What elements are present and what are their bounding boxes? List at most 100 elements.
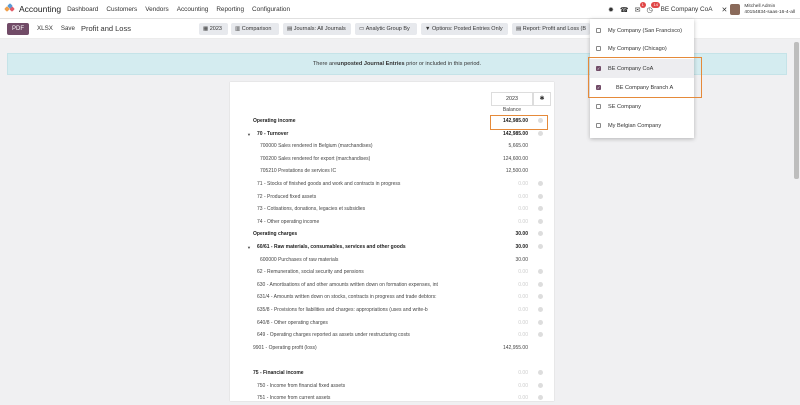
company-checkbox[interactable] (596, 123, 601, 128)
scrollbar[interactable] (793, 39, 800, 401)
company-option[interactable]: SE Company (590, 97, 694, 116)
line-value[interactable]: 0.00 (518, 181, 528, 187)
menu-accounting[interactable]: Accounting (177, 6, 209, 13)
clock-icon[interactable]: ◷ 14 (646, 1, 660, 14)
line-value[interactable]: 30.00 (515, 244, 528, 250)
line-value[interactable]: 12,500.00 (506, 168, 528, 174)
line-options-icon[interactable] (538, 294, 543, 300)
company-option[interactable]: My Belgian Company (590, 116, 694, 135)
line-options-icon[interactable] (538, 193, 543, 199)
line-options-icon[interactable] (538, 307, 543, 312)
menu-customers[interactable]: Customers (106, 6, 137, 13)
report-line[interactable]: 700200 Sales rendered for export (marcha… (230, 154, 554, 166)
company-option[interactable]: My Company (San Francisco) (590, 21, 694, 40)
line-value[interactable]: 0.00 (518, 307, 528, 313)
pdf-button[interactable]: PDF (7, 22, 29, 35)
line-value[interactable]: 124,600.00 (503, 156, 528, 162)
report-line[interactable]: 751 - Income from current assets 0.00 (230, 393, 554, 405)
report-line[interactable]: ▼ 60/61 - Raw materials, consumables, ser… (230, 242, 554, 254)
company-option[interactable]: My Company (Chicago) (590, 39, 694, 58)
company-checkbox[interactable] (596, 104, 601, 109)
line-options-icon[interactable] (538, 218, 543, 224)
chart-icon: ▥ (235, 26, 242, 32)
expand-caret-icon[interactable]: ▼ (247, 245, 251, 250)
line-value[interactable]: 0.00 (518, 219, 528, 225)
report-line[interactable]: ▼ 70 - Turnover 142,985.00 (230, 129, 554, 141)
column-settings-icon[interactable]: ✱ (533, 92, 551, 106)
period-column-header[interactable]: 2023 (491, 92, 533, 106)
report-line[interactable]: 705210 Prestations de services IC 12,500.… (230, 166, 554, 178)
line-value[interactable]: 142,985.00 (503, 131, 528, 137)
user-menu[interactable]: Mitchell Admin 40154834-saas-16-4-all (744, 4, 795, 15)
report-line[interactable]: 635/8 - Provisions for liabilities and c… (230, 305, 554, 317)
line-options-icon[interactable] (538, 395, 543, 401)
menu-configuration[interactable]: Configuration (252, 6, 290, 13)
avatar[interactable] (730, 4, 741, 15)
line-value[interactable]: 0.00 (518, 294, 528, 300)
scrollbar-thumb[interactable] (794, 42, 799, 179)
line-value[interactable]: 0.00 (518, 282, 528, 288)
line-value[interactable]: 0.00 (518, 269, 528, 275)
menu-dashboard[interactable]: Dashboard (67, 6, 98, 13)
chat-icon[interactable]: ✉ 1 (635, 1, 646, 14)
line-options-icon[interactable] (538, 244, 543, 249)
report-line[interactable]: 75 - Financial income 0.00 (230, 368, 554, 380)
date-filter-button[interactable]: ▦ 2023 (199, 23, 228, 35)
report-line[interactable]: 630 - Amortisations of and other amounts… (230, 280, 554, 292)
line-value[interactable]: 30.00 (515, 231, 528, 237)
report-line[interactable]: 649 - Operating charges reported as asse… (230, 330, 554, 342)
app-name[interactable]: Accounting (19, 4, 61, 14)
analytic-group-filter-button[interactable]: ▭ Analytic Group By (355, 23, 417, 35)
options-filter-button[interactable]: ▼ Options: Posted Entries Only (421, 23, 508, 35)
line-options-icon[interactable] (538, 269, 543, 275)
save-button[interactable]: Save (61, 25, 75, 32)
menu-reporting[interactable]: Reporting (216, 6, 244, 13)
report-variant-button[interactable]: ▤ Report: Profit and Loss (B (512, 23, 590, 35)
line-value[interactable]: 30.00 (515, 257, 528, 263)
report-line[interactable]: Operating charges 30.00 (230, 229, 554, 241)
line-options-icon[interactable] (538, 382, 543, 388)
apps-logo-icon[interactable] (4, 3, 15, 14)
report-line[interactable]: 72 - Produced fixed assets 0.00 (230, 192, 554, 204)
line-options-icon[interactable] (538, 319, 543, 325)
company-option-label: My Company (Chicago) (608, 45, 667, 52)
report-line[interactable]: 750 - Income from financial fixed assets… (230, 381, 554, 393)
line-options-icon[interactable] (538, 181, 543, 186)
line-value[interactable]: 142,955.00 (503, 345, 528, 351)
line-value[interactable]: 0.00 (518, 206, 528, 212)
report-line[interactable]: 62 - Remuneration, social security and p… (230, 267, 554, 279)
report-line[interactable]: 9901 - Operating profit (loss) 142,955.00 (230, 343, 554, 355)
line-value[interactable]: 0.00 (518, 194, 528, 200)
line-options-icon[interactable] (538, 370, 543, 375)
comparison-filter-button[interactable]: ▥ Comparison (231, 23, 279, 35)
line-value[interactable]: 0.00 (518, 320, 528, 326)
line-value[interactable]: 0.00 (518, 383, 528, 389)
line-value[interactable]: 0.00 (518, 332, 528, 338)
line-options-icon[interactable] (538, 231, 543, 237)
journals-filter-button[interactable]: ▤ Journals: All Journals (283, 23, 351, 35)
report-line[interactable]: 71 - Stocks of finished goods and work a… (230, 179, 554, 191)
report-line[interactable]: 73 - Cotisations, donations, legacies et… (230, 204, 554, 216)
line-options-icon[interactable] (538, 206, 543, 212)
report-line[interactable]: 600000 Purchases of raw materials 30.00 (230, 255, 554, 267)
expand-caret-icon[interactable]: ▼ (247, 132, 251, 137)
unposted-entries-link[interactable]: unposted Journal Entries (337, 61, 404, 67)
report-line[interactable]: 700000 Sales rendered in Belgium (marcha… (230, 141, 554, 153)
line-value[interactable]: 0.00 (518, 395, 528, 401)
company-checkbox[interactable] (596, 28, 601, 33)
report-line[interactable]: 631/4 - Amounts written down on stocks, … (230, 292, 554, 304)
line-value[interactable]: 5,665.00 (509, 143, 528, 149)
line-value[interactable]: 0.00 (518, 370, 528, 376)
line-options-icon[interactable] (538, 130, 543, 136)
xlsx-button[interactable]: XLSX (37, 25, 53, 32)
phone-icon[interactable]: ☎ (620, 6, 629, 14)
tools-icon[interactable]: ✕ (721, 6, 727, 14)
report-line[interactable]: 74 - Other operating income 0.00 (230, 217, 554, 229)
line-options-icon[interactable] (538, 332, 543, 338)
menu-vendors[interactable]: Vendors (145, 6, 168, 13)
bug-icon[interactable]: ✹ (608, 6, 614, 14)
report-line[interactable]: 640/8 - Other operating charges 0.00 (230, 318, 554, 330)
line-options-icon[interactable] (538, 281, 543, 287)
company-checkbox[interactable] (596, 46, 601, 51)
company-switcher[interactable]: BE Company CoA (661, 6, 713, 13)
